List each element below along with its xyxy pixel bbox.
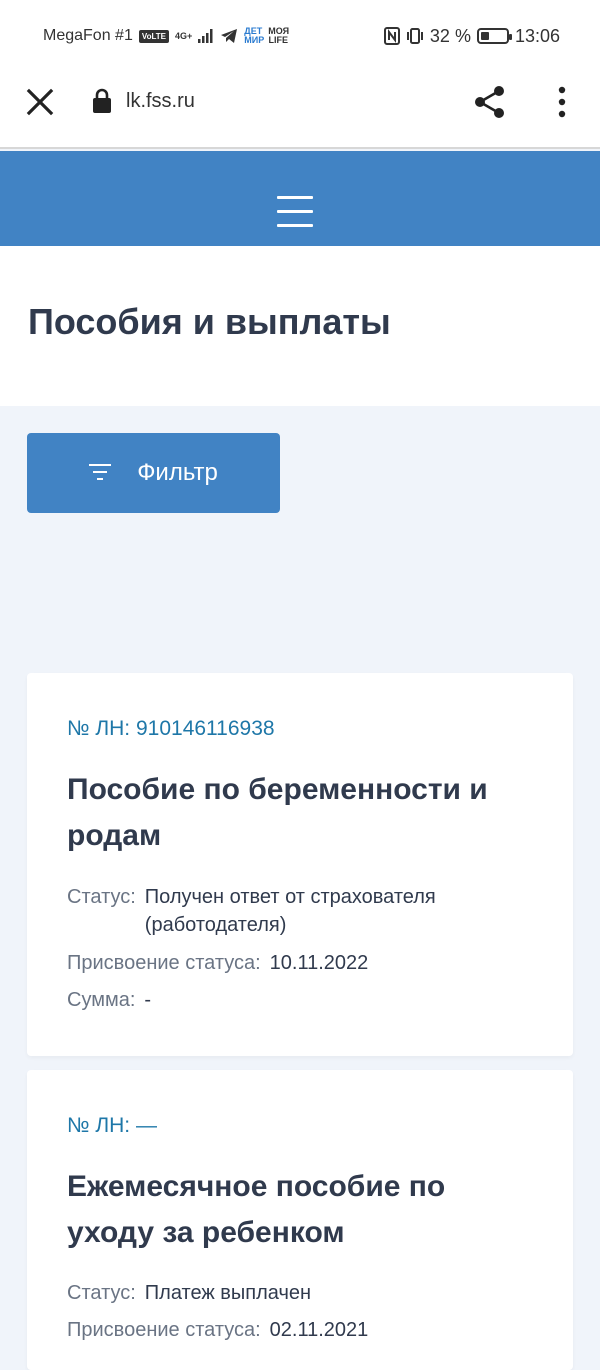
status-row: Статус: Получен ответ от страхователя (р… — [67, 883, 485, 939]
battery-percent: 32 % — [429, 25, 471, 46]
ln-number[interactable]: № ЛН: 910146116938 — [67, 717, 275, 741]
nfc-icon — [383, 27, 400, 45]
browser-toolbar: lk.fss.ru — [0, 72, 600, 149]
more-vert-icon[interactable] — [550, 84, 574, 120]
network-type: 4G+ — [175, 30, 193, 41]
moya-life-app-icon: МОЯ LIFE — [268, 26, 290, 45]
status-label: Статус: — [67, 886, 136, 908]
status-bar-right: 32 % 13:06 — [383, 25, 560, 47]
clock: 13:06 — [514, 25, 560, 46]
sum-row: Сумма: - — [67, 986, 151, 1014]
status-value: Платеж выплачен — [144, 1282, 312, 1304]
detmir-app-icon: ДЕТ МИР — [244, 26, 265, 45]
filter-button-label: Фильтр — [137, 459, 218, 486]
volte-badge: VoLTE — [138, 29, 169, 43]
title-section: Пособия и выплаты — [0, 246, 600, 406]
sum-label: Сумма: — [67, 989, 136, 1011]
lock-icon — [93, 88, 111, 113]
assign-label: Присвоение статуса: — [67, 1319, 261, 1341]
status-value: Получен ответ от страхователя (работодат… — [144, 886, 436, 936]
benefit-card[interactable]: № ЛН: 910146116938 Пособие по беременнос… — [27, 673, 573, 1056]
status-bar-left: MegaFon #1 VoLTE 4G+ ДЕТ МИР МОЯ LIFE — [43, 26, 290, 45]
status-label: Статус: — [67, 1282, 136, 1304]
url-text[interactable]: lk.fss.ru — [126, 90, 195, 113]
filter-button[interactable]: Фильтр — [27, 433, 280, 513]
close-icon[interactable] — [24, 86, 56, 118]
site-header — [0, 151, 600, 246]
carrier-name: MegaFon #1 — [43, 27, 133, 44]
assign-date: 02.11.2021 — [269, 1319, 369, 1341]
vibrate-icon — [406, 28, 423, 44]
assign-row: Присвоение статуса: 10.11.2022 — [67, 949, 368, 977]
telegram-icon — [221, 29, 238, 43]
assign-row: Присвоение статуса: 02.11.2021 — [67, 1316, 368, 1344]
sum-value: - — [144, 989, 152, 1011]
assign-label: Присвоение статуса: — [67, 952, 261, 974]
signal-icon — [198, 29, 213, 43]
share-icon[interactable] — [472, 84, 508, 120]
assign-date: 10.11.2022 — [269, 952, 369, 974]
status-row: Статус: Платеж выплачен — [67, 1279, 311, 1307]
status-bar: MegaFon #1 VoLTE 4G+ ДЕТ МИР МОЯ LIFE 32… — [0, 0, 600, 72]
filter-icon — [89, 464, 112, 482]
hamburger-icon[interactable] — [277, 196, 313, 232]
ln-number[interactable]: № ЛН: — — [67, 1114, 157, 1138]
page-title: Пособия и выплаты — [28, 301, 391, 342]
battery-icon — [476, 28, 512, 44]
benefit-card[interactable]: № ЛН: — Ежемесячное пособие по уходу за … — [27, 1070, 573, 1370]
benefit-title: Пособие по беременности и родам — [67, 773, 488, 852]
benefit-title: Ежемесячное пособие по уходу за ребенком — [67, 1170, 446, 1249]
